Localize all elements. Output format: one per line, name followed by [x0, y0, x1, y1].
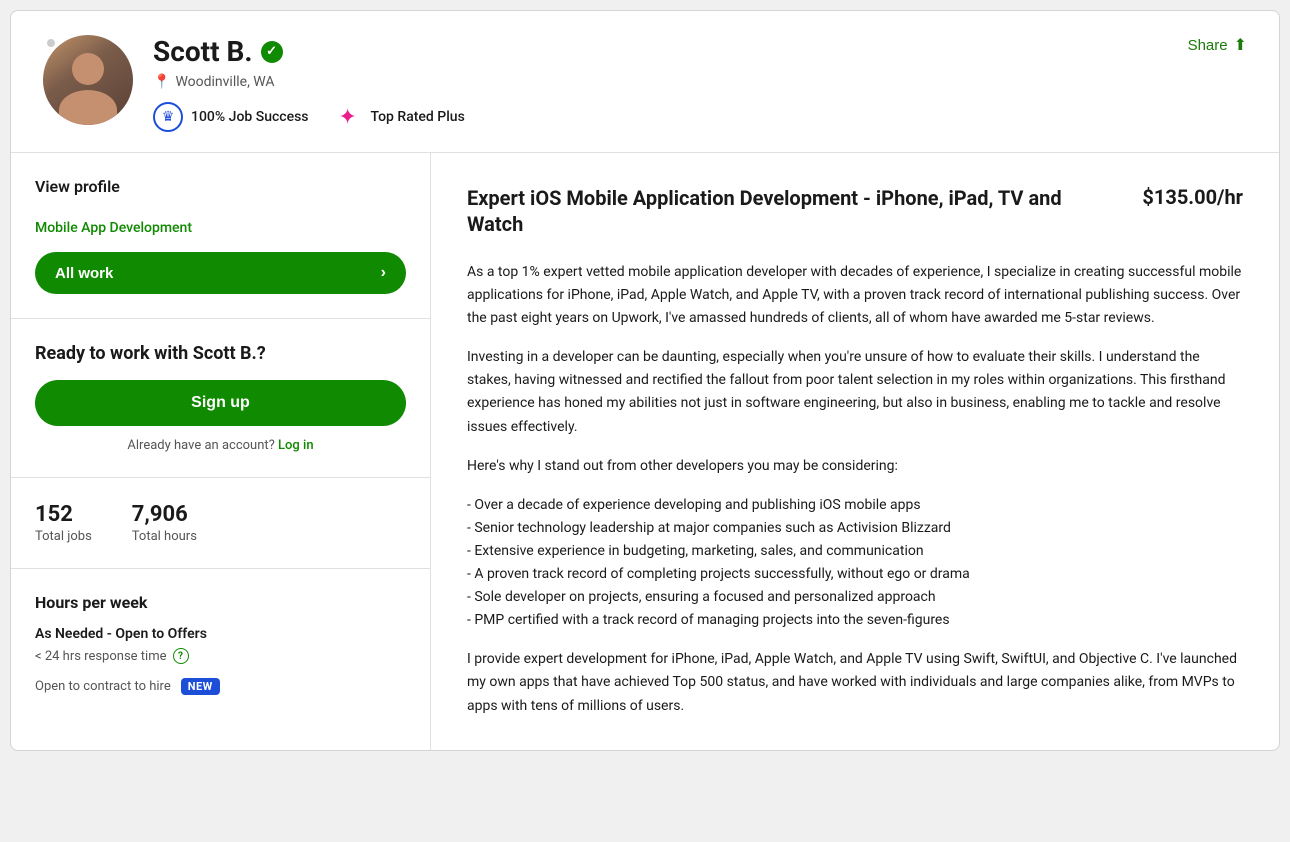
hours-per-week-title: Hours per week [35, 593, 406, 612]
total-hours-label: Total hours [132, 529, 197, 544]
ready-title: Ready to work with Scott B.? [35, 343, 406, 364]
response-time-text: < 24 hrs response time [35, 649, 167, 664]
job-title-row: Expert iOS Mobile Application Developmen… [467, 185, 1243, 237]
name-row: Scott B. ✓ [153, 35, 1247, 68]
profile-body: View profile Mobile App Development All … [11, 153, 1279, 750]
location-row: 📍 Woodinville, WA [153, 74, 1247, 90]
share-icon: ⬆ [1234, 35, 1247, 55]
avatar [43, 35, 133, 125]
profile-header: Scott B. ✓ 📍 Woodinville, WA ♛ 100% Job … [11, 11, 1279, 153]
job-success-badge: ♛ 100% Job Success [153, 102, 309, 132]
top-rated-label: Top Rated Plus [371, 109, 465, 125]
share-label: Share [1188, 37, 1228, 54]
login-row: Already have an account? Log in [35, 438, 406, 453]
new-badge: NEW [181, 678, 220, 695]
category-link[interactable]: Mobile App Development [35, 212, 406, 244]
description: As a top 1% expert vetted mobile applica… [467, 261, 1243, 718]
avatar-wrapper [43, 35, 133, 125]
job-success-icon: ♛ [153, 102, 183, 132]
hourly-rate: $135.00/hr [1142, 185, 1243, 209]
description-paragraph: Here's why I stand out from other develo… [467, 455, 1243, 478]
online-indicator [45, 37, 57, 49]
view-profile-section: View profile Mobile App Development All … [11, 153, 430, 319]
stats-section: 152 Total jobs 7,906 Total hours [11, 478, 430, 569]
contract-label: Open to contract to hire [35, 679, 171, 694]
hours-section: Hours per week As Needed - Open to Offer… [11, 569, 430, 719]
top-rated-badge: ✦ Top Rated Plus [333, 102, 465, 132]
description-paragraph: As a top 1% expert vetted mobile applica… [467, 261, 1243, 330]
ready-section: Ready to work with Scott B.? Sign up Alr… [11, 319, 430, 478]
total-hours-stat: 7,906 Total hours [132, 502, 197, 544]
login-link[interactable]: Log in [278, 438, 314, 453]
availability-value: As Needed - Open to Offers [35, 626, 406, 642]
total-jobs-stat: 152 Total jobs [35, 502, 92, 544]
job-title: Expert iOS Mobile Application Developmen… [467, 185, 1122, 237]
description-paragraph: - Over a decade of experience developing… [467, 494, 1243, 633]
top-rated-star-icon: ✦ [338, 105, 356, 130]
all-work-label: All work [55, 265, 113, 282]
signup-label: Sign up [191, 394, 250, 411]
chevron-right-icon: › [381, 264, 386, 282]
job-success-label: 100% Job Success [191, 109, 309, 125]
badges-row: ♛ 100% Job Success ✦ Top Rated Plus [153, 102, 1247, 132]
main-content: Expert iOS Mobile Application Developmen… [431, 153, 1279, 750]
profile-card: Scott B. ✓ 📍 Woodinville, WA ♛ 100% Job … [10, 10, 1280, 751]
info-icon[interactable]: ? [173, 648, 189, 664]
signup-button[interactable]: Sign up [35, 380, 406, 426]
location-icon: 📍 [153, 74, 170, 90]
top-rated-icon: ✦ [333, 102, 363, 132]
all-work-button[interactable]: All work › [35, 252, 406, 294]
verified-badge: ✓ [261, 41, 283, 63]
header-info: Scott B. ✓ 📍 Woodinville, WA ♛ 100% Job … [153, 35, 1247, 132]
total-jobs-value: 152 [35, 502, 92, 527]
description-paragraph: I provide expert development for iPhone,… [467, 648, 1243, 717]
login-prompt: Already have an account? [127, 438, 274, 453]
share-button[interactable]: Share ⬆ [1188, 35, 1247, 55]
location-text: Woodinville, WA [175, 74, 274, 90]
profile-name: Scott B. [153, 35, 253, 68]
response-time-row: < 24 hrs response time ? [35, 648, 406, 664]
sidebar: View profile Mobile App Development All … [11, 153, 431, 750]
description-paragraph: Investing in a developer can be daunting… [467, 346, 1243, 438]
total-hours-value: 7,906 [132, 502, 197, 527]
total-jobs-label: Total jobs [35, 529, 92, 544]
view-profile-title: View profile [35, 177, 406, 196]
contract-row: Open to contract to hire NEW [35, 678, 406, 695]
